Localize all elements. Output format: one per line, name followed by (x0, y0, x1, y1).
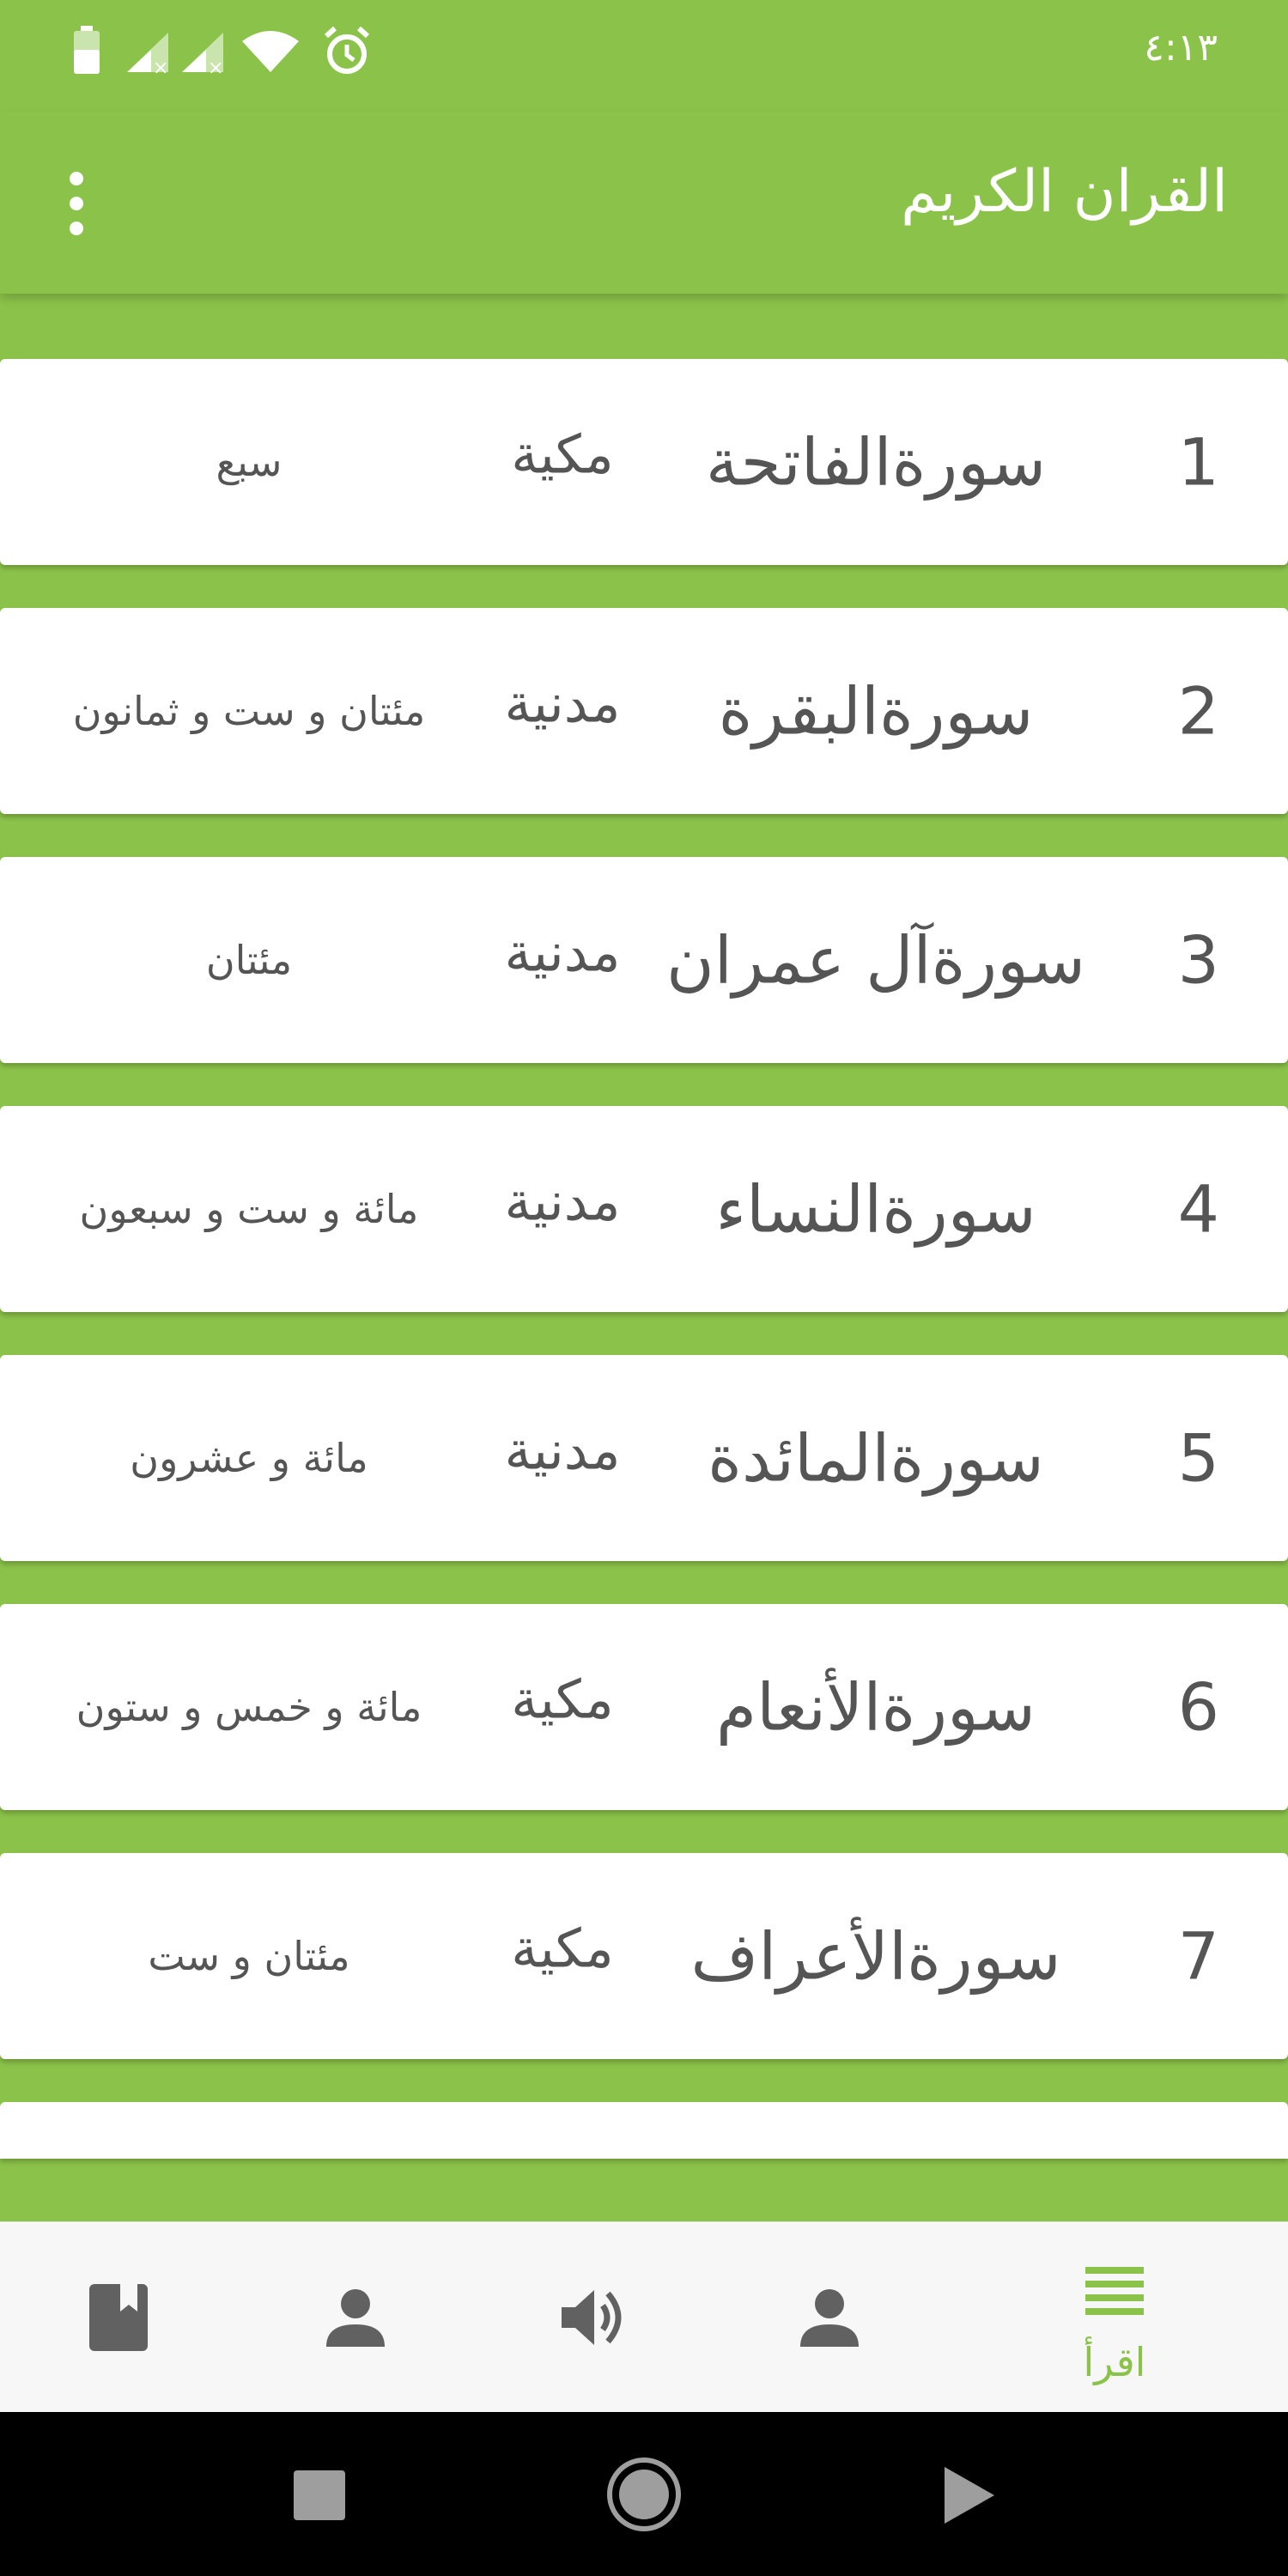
surah-number: 2 (1177, 672, 1219, 750)
person-icon (800, 2289, 859, 2347)
surah-name: سورةالفاتحة (705, 423, 1047, 501)
nav-read-label: اقرأ (1083, 2339, 1146, 2385)
bottom-navigation: اقرأ (0, 2221, 1288, 2413)
surah-card[interactable]: 2 سورةالبقرة مدنية مئتان و ست و ثمانون (0, 608, 1288, 814)
overflow-menu-icon[interactable] (55, 165, 98, 242)
nav-audio[interactable] (474, 2222, 711, 2413)
surah-number: 7 (1177, 1917, 1219, 1995)
surah-ayah-count: مئتان و ست (148, 1933, 350, 1979)
surah-card[interactable]: 6 سورةالأنعام مكية مائة و خمس و ستون (0, 1604, 1288, 1810)
alarm-icon (324, 26, 370, 74)
surah-type: مدنية (504, 1170, 621, 1233)
surah-name: سورةالبقرة (718, 672, 1034, 750)
surah-name: سورةالأنعام (716, 1668, 1036, 1746)
battery-icon (74, 26, 100, 74)
surah-card[interactable]: 7 سورةالأعراف مكية مئتان و ست (0, 1853, 1288, 2059)
surah-card-partial[interactable] (0, 2102, 1288, 2159)
signal-off-icon-2: × (182, 33, 223, 74)
bookmark-book-icon (89, 2284, 148, 2351)
surah-type: مكية (511, 1917, 614, 1980)
surah-type: مكية (511, 1668, 614, 1731)
surah-type: مدنية (504, 671, 621, 735)
surah-list[interactable]: 1 سورةالفاتحة مكية سبع 2 سورةالبقرة مدني… (0, 294, 1288, 2221)
surah-type: مدنية (504, 920, 621, 984)
surah-number: 5 (1177, 1419, 1219, 1497)
volume-icon (562, 2290, 622, 2345)
wifi-icon (242, 31, 299, 72)
nav-bookmarks[interactable] (0, 2222, 237, 2413)
surah-name: سورةآل عمران (665, 921, 1086, 999)
surah-type: مكية (511, 422, 614, 486)
nav-profile[interactable] (237, 2222, 474, 2413)
system-navigation-bar (0, 2412, 1288, 2576)
status-bar: × × ٤:١٣ (0, 0, 1288, 112)
surah-ayah-count: مائة و خمس و ستون (76, 1684, 422, 1730)
surah-type: مدنية (504, 1419, 621, 1482)
person-icon (326, 2289, 385, 2347)
surah-card[interactable]: 3 سورةآل عمران مدنية مئتان (0, 857, 1288, 1063)
surah-name: سورةالنساء (715, 1170, 1036, 1248)
svg-text:×: × (208, 58, 223, 74)
surah-name: سورةالأعراف (690, 1917, 1061, 1995)
surah-ayah-count: مئتان و ست و ثمانون (72, 688, 426, 734)
surah-name: سورةالمائدة (708, 1419, 1044, 1497)
surah-card[interactable]: 4 سورةالنساء مدنية مائة و ست و سبعون (0, 1106, 1288, 1312)
surah-number: 4 (1177, 1170, 1219, 1248)
signal-off-icon: × (127, 33, 168, 74)
nav-account[interactable] (711, 2222, 948, 2413)
surah-number: 6 (1177, 1668, 1219, 1746)
svg-text:×: × (153, 58, 168, 74)
page-title: القران الكريم (901, 158, 1228, 226)
home-icon[interactable] (605, 2455, 683, 2534)
status-time: ٤:١٣ (1144, 26, 1218, 70)
surah-ayah-count: مائة و ست و سبعون (79, 1186, 419, 1232)
app-bar: القران الكريم (0, 112, 1288, 294)
surah-number: 3 (1177, 921, 1219, 999)
back-icon[interactable] (943, 2465, 996, 2525)
surah-ayah-count: مائة و عشرون (130, 1435, 368, 1481)
surah-ayah-count: سبع (216, 439, 283, 485)
nav-read[interactable]: اقرأ (996, 2222, 1233, 2413)
surah-card[interactable]: 5 سورةالمائدة مدنية مائة و عشرون (0, 1355, 1288, 1561)
surah-number: 1 (1177, 423, 1219, 501)
surah-ayah-count: مئتان (205, 937, 293, 983)
surah-card[interactable]: 1 سورةالفاتحة مكية سبع (0, 359, 1288, 565)
recents-icon[interactable] (292, 2469, 347, 2522)
list-icon (1085, 2267, 1144, 2315)
